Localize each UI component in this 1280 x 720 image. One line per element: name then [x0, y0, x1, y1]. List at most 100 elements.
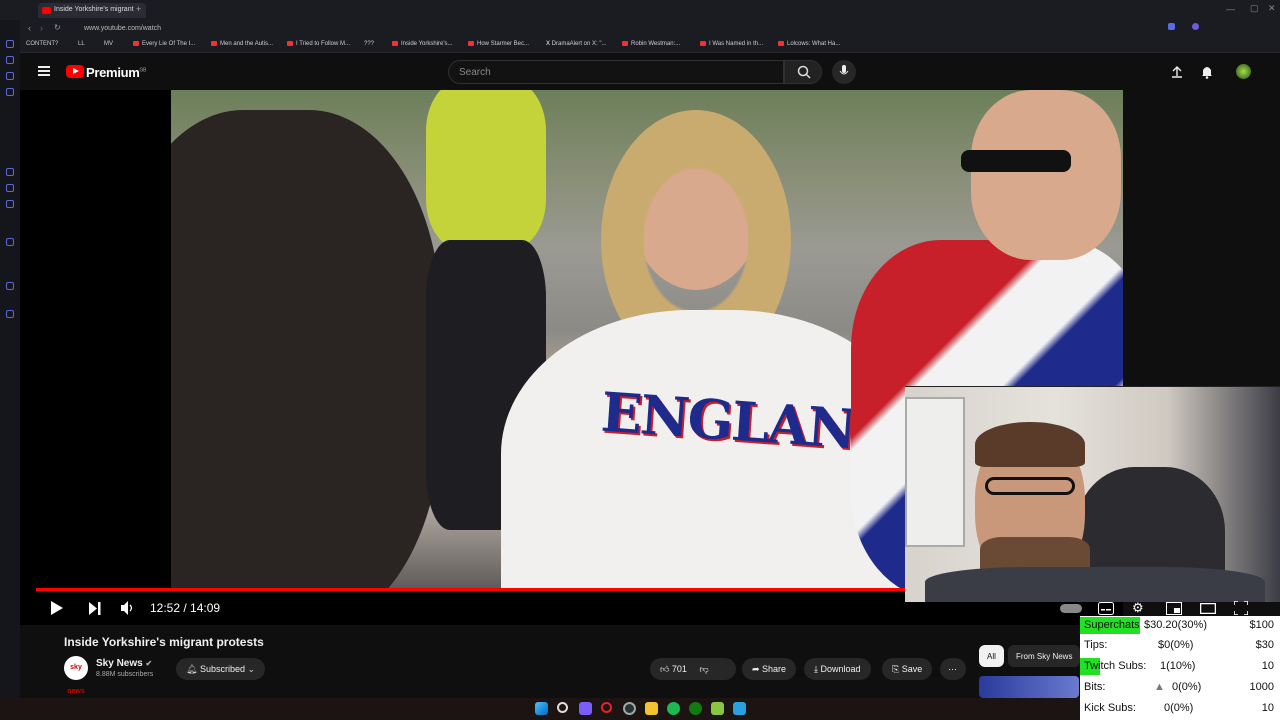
bookmark-item[interactable]: I Tried to Follow M... — [287, 41, 350, 47]
video-title: Inside Yorkshire's migrant protests — [64, 635, 264, 649]
app-icon[interactable] — [711, 702, 724, 715]
bookmark-item[interactable]: CONTENT? — [26, 41, 58, 47]
new-tab-icon[interactable]: + — [136, 4, 141, 14]
voice-search-button[interactable] — [832, 60, 856, 84]
donation-stats-panel: Superchats $30.20(30%) $100 Tips: $0(0%)… — [1080, 616, 1280, 720]
youtube-favicon-icon — [42, 7, 51, 14]
webcam-overlay — [905, 386, 1280, 602]
volume-icon[interactable] — [120, 601, 136, 615]
verified-icon: ✔ — [145, 659, 153, 668]
telegram-icon[interactable] — [733, 702, 746, 715]
play-icon[interactable] — [50, 601, 64, 615]
chip-all[interactable]: All — [979, 645, 1004, 667]
forward-icon[interactable]: › — [40, 23, 43, 33]
subscribed-button[interactable]: 🔔︎ Subscribed ⌄ — [176, 658, 266, 680]
dislike-icon[interactable]: 👎︎ — [699, 664, 708, 674]
bookmark-item[interactable]: Men and the Autis... — [211, 41, 273, 47]
sunglasses — [961, 150, 1071, 172]
settings-gear-icon[interactable]: ⚙ — [1132, 600, 1144, 616]
youtube-header: PremiumGB Search — [20, 54, 1280, 90]
youtube-premium-logo[interactable]: PremiumGB — [86, 65, 146, 80]
copilot-icon[interactable] — [579, 702, 592, 715]
bookmark-item[interactable]: X DramaAlert on X: "... — [546, 41, 607, 47]
browser-tab[interactable]: Inside Yorkshire's migrant — [38, 3, 146, 18]
url-field[interactable]: www.youtube.com/watch — [84, 25, 161, 32]
channel-name[interactable]: Sky News ✔ — [96, 658, 152, 669]
share-button[interactable]: ➦ Share — [742, 658, 797, 680]
search-icon — [797, 65, 811, 79]
xbox-icon[interactable] — [689, 702, 702, 715]
sidebar-app-icon[interactable] — [6, 88, 14, 96]
bookmark-item[interactable]: Inside Yorkshire's... — [392, 41, 453, 47]
bookmark-item[interactable]: Every Lie Of The I... — [133, 41, 195, 47]
foreground-head — [171, 110, 441, 590]
sidebar-app-icon[interactable] — [6, 184, 14, 192]
share-icon: ➦ — [752, 664, 763, 674]
opera-icon[interactable] — [601, 702, 612, 713]
search-taskbar-icon[interactable] — [557, 702, 568, 713]
bookmark-icon: ⎘ — [892, 664, 902, 674]
subscriber-count: 8.88M subscribers — [96, 671, 154, 678]
bookmark-item[interactable]: MV — [104, 41, 113, 47]
recommended-thumbnail[interactable] — [979, 676, 1079, 698]
browser-sidebar — [0, 20, 20, 700]
autoplay-toggle[interactable] — [1060, 604, 1082, 613]
stat-row-tips: Tips: $0(0%) $30 — [1084, 639, 1274, 651]
obs-icon[interactable] — [623, 702, 636, 715]
maximize-icon[interactable]: ▢ — [1250, 3, 1259, 14]
reload-icon[interactable]: ↻ — [54, 23, 61, 32]
sidebar-app-icon[interactable] — [6, 282, 14, 290]
file-explorer-icon[interactable] — [645, 702, 658, 715]
upload-icon[interactable] — [1170, 65, 1184, 79]
second-woman-face — [971, 90, 1121, 260]
like-dislike-group: 👍︎ 701 👎︎ — [650, 658, 736, 680]
extension-icon[interactable] — [1168, 23, 1175, 30]
sidebar-app-icon[interactable] — [6, 40, 14, 48]
streamer-hoodie — [925, 567, 1265, 602]
chip-from-sky-news[interactable]: From Sky News — [1008, 645, 1081, 667]
heart-icon[interactable] — [1192, 23, 1199, 30]
menu-icon[interactable] — [38, 66, 50, 76]
settings-icon[interactable] — [6, 310, 14, 318]
next-video-icon[interactable] — [88, 602, 102, 615]
streamer-glasses — [985, 477, 1075, 495]
subtitles-icon[interactable] — [1098, 602, 1114, 615]
sidebar-app-icon[interactable] — [6, 200, 14, 208]
windows-start-icon[interactable] — [535, 702, 548, 715]
sidebar-app-icon[interactable] — [6, 238, 14, 246]
officer-vest — [426, 90, 546, 250]
like-icon[interactable]: 👍︎ — [660, 664, 672, 674]
minimize-icon[interactable]: — — [1226, 4, 1235, 14]
bookmark-item[interactable]: How Starmer Bec... — [468, 41, 529, 47]
miniplayer-icon[interactable] — [1166, 602, 1182, 615]
close-icon[interactable]: ✕ — [1268, 3, 1276, 14]
back-icon[interactable]: ‹ — [28, 23, 31, 33]
microphone-icon — [839, 65, 849, 75]
avatar[interactable] — [1236, 64, 1251, 79]
stat-row-bits: Bits: ▲ 0(0%) 1000 — [1084, 681, 1274, 693]
bookmark-item[interactable]: ??? — [364, 41, 374, 47]
more-actions-button[interactable]: ⋯ — [940, 658, 966, 680]
bookmark-item[interactable]: Lolcows: What Ha... — [778, 41, 840, 47]
sidebar-app-icon[interactable] — [6, 72, 14, 80]
tab-title: Inside Yorkshire's migrant — [54, 6, 134, 13]
spotify-icon[interactable] — [667, 702, 680, 715]
search-input[interactable]: Search — [448, 60, 784, 84]
save-button[interactable]: ⎘ Save — [882, 658, 933, 680]
sidebar-app-icon[interactable] — [6, 168, 14, 176]
more-icon: ⋯ — [948, 664, 957, 674]
notifications-bell-icon[interactable] — [1200, 64, 1214, 79]
theater-mode-icon[interactable] — [1200, 603, 1216, 614]
youtube-logo-icon[interactable] — [66, 65, 84, 78]
download-button[interactable]: ⤓ Download — [804, 658, 871, 680]
search-button[interactable] — [784, 60, 822, 84]
bookmark-item[interactable]: LL — [78, 41, 85, 47]
like-count[interactable]: 701 — [672, 664, 687, 674]
bookmark-item[interactable]: Robin Westman:... — [622, 41, 680, 47]
fullscreen-icon[interactable] — [1234, 601, 1248, 615]
bookmark-item[interactable]: I Was Named in th... — [700, 41, 763, 47]
channel-avatar[interactable]: sky news — [64, 656, 88, 695]
sidebar-app-icon[interactable] — [6, 56, 14, 64]
time-display: 12:52 / 14:09 — [150, 601, 221, 615]
stat-row-twitch-subs: Twitch Subs: 1(10%) 10 — [1080, 657, 1280, 677]
